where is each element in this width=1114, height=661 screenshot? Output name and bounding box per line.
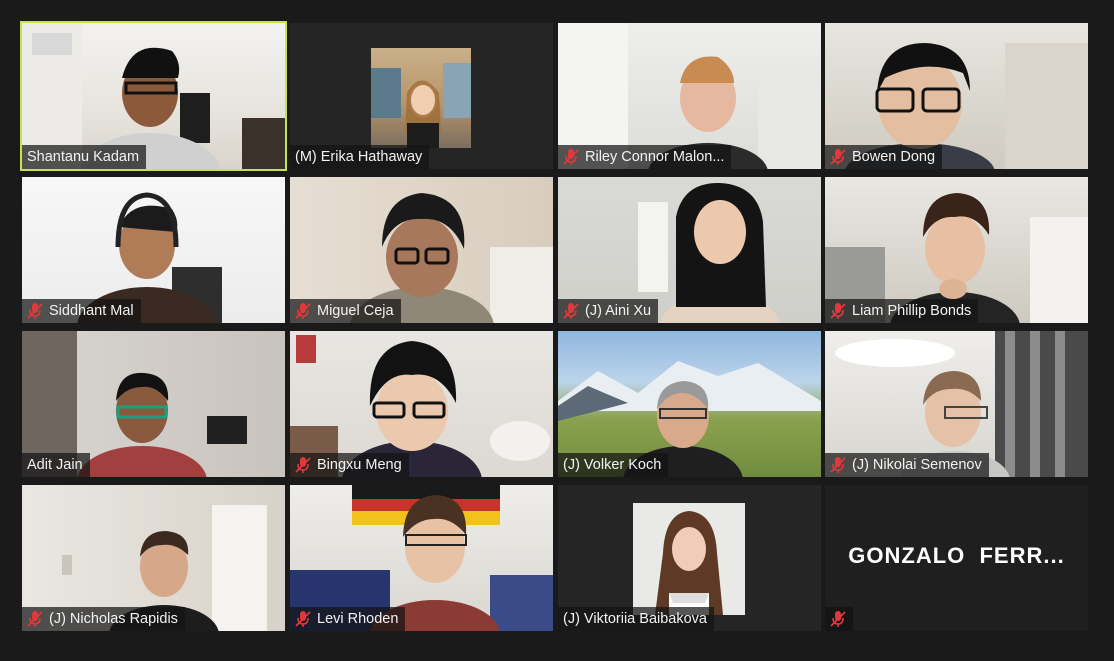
video-tile-bingxu-meng[interactable]: Bingxu Meng [290,331,553,477]
participant-name-tag: Bowen Dong [825,145,943,169]
participant-name-tag: Miguel Ceja [290,299,401,323]
video-tile-siddhant-mal[interactable]: Siddhant Mal [22,177,285,323]
microphone-muted-icon [295,457,311,473]
participant-name: (J) Aini Xu [585,303,652,319]
participant-name: (J) Volker Koch [563,457,662,473]
participant-name: Bingxu Meng [317,457,402,473]
participant-name: (J) Nicholas Rapidis [49,611,178,627]
participant-name-tag: Adit Jain [22,453,90,477]
microphone-muted-icon [27,303,43,319]
participant-name: Shantanu Kadam [27,149,140,165]
video-tile-bowen-dong[interactable]: Bowen Dong [825,23,1088,169]
microphone-muted-icon [295,611,311,627]
microphone-muted-icon [830,611,846,627]
video-gallery: Shantanu Kadam (M) Erika Hathaway Riley … [0,0,1114,661]
video-tile-aini-xu[interactable]: (J) Aini Xu [558,177,821,323]
microphone-muted-icon [27,611,43,627]
video-tile-nicholas-rapidis[interactable]: (J) Nicholas Rapidis [22,485,285,631]
profile-picture [633,503,745,615]
participant-name-tag: (J) Aini Xu [558,299,659,323]
participant-name-tag: (M) Erika Hathaway [290,145,430,169]
participant-name-tag: Siddhant Mal [22,299,141,323]
video-tile-erika-hathaway[interactable]: (M) Erika Hathaway [290,23,553,169]
video-tile-riley-connor[interactable]: Riley Connor Malon... [558,23,821,169]
participant-name: Riley Connor Malon... [585,149,725,165]
participant-name-tag: (J) Nikolai Semenov [825,453,989,477]
video-tile-adit-jain[interactable]: Adit Jain [22,331,285,477]
video-tile-miguel-ceja[interactable]: Miguel Ceja [290,177,553,323]
video-tile-shantanu-kadam[interactable]: Shantanu Kadam [20,21,287,171]
video-tile-gonzalo[interactable]: GONZALO FERR... [825,485,1088,631]
participant-name: Siddhant Mal [49,303,134,319]
participant-name: Bowen Dong [852,149,936,165]
participant-name-tag: (J) Volker Koch [558,453,669,477]
microphone-muted-icon [830,457,846,473]
participant-name-tag: Bingxu Meng [290,453,409,477]
participant-name-tag: Shantanu Kadam [22,145,147,169]
microphone-muted-icon [563,149,579,165]
participant-name-tag: Levi Rhoden [290,607,406,631]
microphone-muted-icon [295,303,311,319]
participant-name: (M) Erika Hathaway [295,149,423,165]
participant-name: Levi Rhoden [317,611,399,627]
participant-name: (J) Nikolai Semenov [852,457,982,473]
video-off-name: GONZALO FERR... [848,543,1065,568]
profile-picture [371,48,471,148]
participant-name: Adit Jain [27,457,83,473]
video-tile-volker-koch[interactable]: (J) Volker Koch [558,331,821,477]
video-tile-viktoriia-baibakova[interactable]: (J) Viktoriia Baibakova [558,485,821,631]
participant-name: Miguel Ceja [317,303,394,319]
participant-name-tag [825,607,853,631]
microphone-muted-icon [830,149,846,165]
participant-name-tag: (J) Nicholas Rapidis [22,607,185,631]
video-tile-nikolai-semenov[interactable]: (J) Nikolai Semenov [825,331,1088,477]
video-tile-levi-rhoden[interactable]: Levi Rhoden [290,485,553,631]
video-tile-liam-phillip-bonds[interactable]: Liam Phillip Bonds [825,177,1088,323]
participant-name: Liam Phillip Bonds [852,303,972,319]
participant-name-tag: (J) Viktoriia Baibakova [558,607,714,631]
participant-name: (J) Viktoriia Baibakova [563,611,707,627]
microphone-muted-icon [830,303,846,319]
participant-name-tag: Liam Phillip Bonds [825,299,979,323]
microphone-muted-icon [563,303,579,319]
participant-name-tag: Riley Connor Malon... [558,145,732,169]
